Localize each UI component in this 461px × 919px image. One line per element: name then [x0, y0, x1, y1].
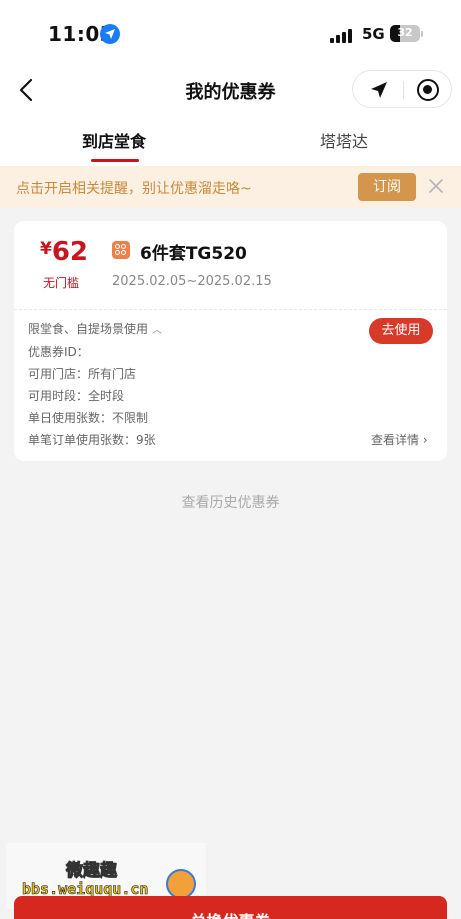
- status-bar: 11:03 5G 32: [0, 0, 461, 66]
- daily-limit: 单日使用张数：不限制: [28, 411, 149, 425]
- view-details-text: 查看详情: [371, 433, 420, 447]
- nav-bar: 我的优惠券: [0, 66, 461, 114]
- currency-symbol: ¥: [40, 239, 52, 259]
- chevron-right-icon: ›: [419, 433, 428, 447]
- watermark-title: 微趣趣: [66, 861, 118, 882]
- coupon-id: 优惠券ID：: [28, 345, 89, 359]
- tab-bar: 到店堂食 塔塔达: [0, 114, 461, 166]
- close-mini-program-icon[interactable]: [417, 79, 439, 101]
- share-icon[interactable]: [369, 80, 389, 104]
- view-details-link[interactable]: 查看详情 ›: [371, 431, 428, 448]
- close-icon[interactable]: [428, 178, 444, 194]
- battery-level: 32: [397, 26, 413, 39]
- applicable-hours: 可用时段：全时段: [28, 389, 125, 403]
- network-type: 5G: [362, 25, 385, 43]
- coupon-type-icon: [112, 241, 130, 259]
- redeem-coupon-label: 兑换优惠券: [14, 908, 447, 919]
- coupon-threshold: 无门槛: [43, 276, 80, 290]
- usage-scope-text: 限堂食、自提场景使用: [28, 322, 149, 336]
- reminder-banner: 点击开启相关提醒，别让优惠溜走咯~ 订阅: [0, 166, 461, 208]
- subscribe-button[interactable]: 订阅: [358, 173, 416, 201]
- coupon-summary: ¥62 无门槛 6件套TG520 2025.02.05~2025.02.15: [14, 221, 447, 309]
- signal-icon: [330, 27, 354, 43]
- redeem-coupon-button[interactable]: 兑换优惠券: [14, 896, 447, 919]
- coupon-card: ¥62 无门槛 6件套TG520 2025.02.05~2025.02.15 限…: [14, 221, 447, 461]
- history-coupons-link[interactable]: 查看历史优惠券: [0, 492, 461, 512]
- mini-program-capsule: [352, 70, 452, 108]
- coupon-name: 6件套TG520: [140, 244, 247, 264]
- tab-dine-in[interactable]: 到店堂食: [82, 128, 146, 152]
- coupon-validity: 2025.02.05~2025.02.15: [112, 274, 272, 289]
- applicable-stores: 可用门店：所有门店: [28, 367, 137, 381]
- watermark-mascot-icon: [166, 869, 196, 899]
- usage-scope-toggle[interactable]: 限堂食、自提场景使用 ︿: [28, 320, 162, 337]
- use-coupon-button[interactable]: 去使用: [369, 318, 433, 344]
- location-arrow-icon: [100, 24, 120, 44]
- battery-cap: [421, 31, 423, 37]
- active-tab-indicator: [91, 159, 139, 162]
- capsule-divider: [403, 81, 404, 99]
- battery-icon: 32: [390, 25, 420, 42]
- amount-value: 62: [51, 237, 89, 267]
- coupon-amount: ¥62: [40, 237, 88, 267]
- chevron-up-icon: ︿: [152, 325, 163, 336]
- per-order-limit: 单笔订单使用张数：9张: [28, 433, 156, 447]
- coupon-details: 限堂食、自提场景使用 ︿ 去使用 优惠券ID： 可用门店：所有门店 可用时段：全时…: [14, 310, 447, 461]
- reminder-text: 点击开启相关提醒，别让优惠溜走咯~: [16, 181, 252, 197]
- tab-tatada[interactable]: 塔塔达: [320, 128, 368, 152]
